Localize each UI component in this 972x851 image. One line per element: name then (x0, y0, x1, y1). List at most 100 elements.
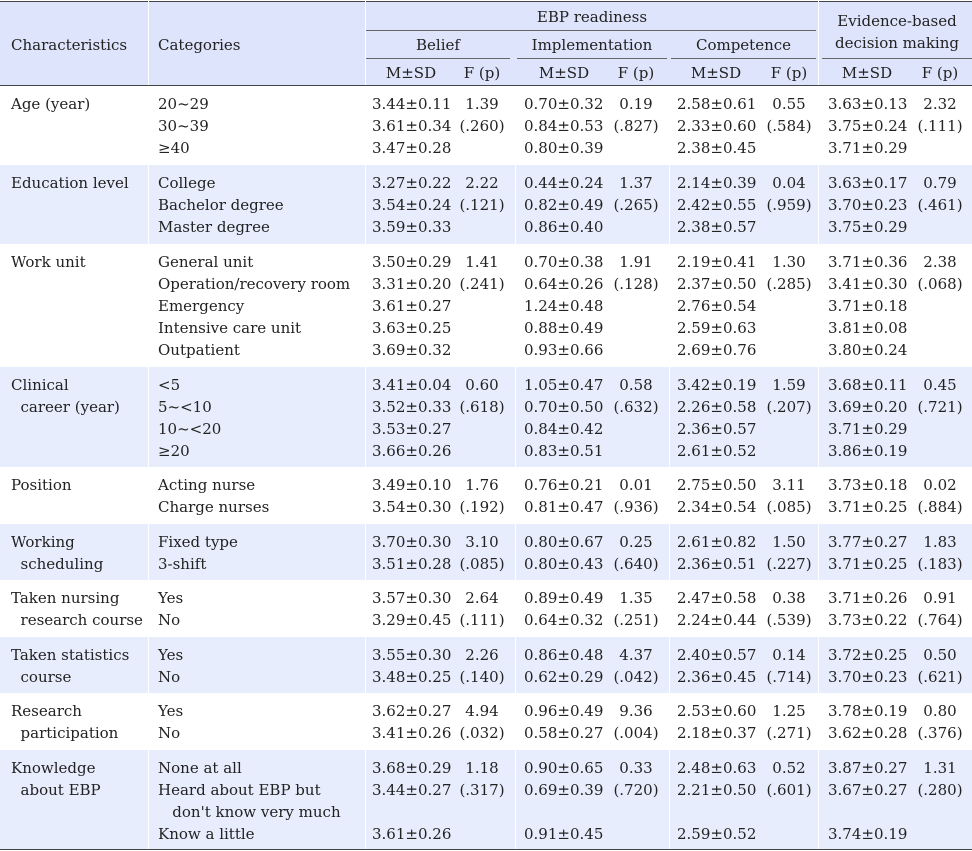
competence-msd: 2.38±0.45 (677, 139, 757, 157)
category-label: 30~39 (158, 117, 209, 135)
header-ebp-readiness: EBP readiness (536, 8, 648, 26)
competence-f-value: 0.52 (772, 759, 806, 777)
column-gutter (148, 86, 149, 165)
belief-msd: 3.61±0.27 (372, 297, 452, 315)
implementation-f-value: 0.33 (619, 759, 653, 777)
belief-f-value: 1.41 (465, 253, 499, 271)
characteristic-label: Clinical career (year) (11, 376, 120, 416)
table-row: Working scheduling Fixed type 3-shift 3.70±… (0, 524, 972, 580)
column-gutter (148, 524, 149, 580)
competence-msd: 2.75±0.50 (677, 476, 757, 494)
column-gutter (148, 244, 149, 367)
belief-msd: 3.52±0.33 (372, 398, 452, 416)
column-gutter (365, 86, 366, 165)
category-label: Acting nurse (158, 476, 256, 494)
column-gutter (669, 580, 670, 637)
ebdm-f-value: 0.91 (923, 589, 957, 607)
belief-f-value: 3.10 (465, 533, 499, 551)
competence-f-value: 0.55 (772, 95, 806, 113)
belief-f-value: 4.94 (465, 702, 499, 720)
belief-msd: 3.50±0.29 (372, 253, 452, 271)
competence-msd: 2.47±0.58 (677, 589, 757, 607)
belief-f-value: (.111) (459, 611, 505, 629)
implementation-msd: 0.80±0.67 (524, 533, 604, 551)
ebdm-msd: 3.68±0.11 (828, 376, 908, 394)
competence-msd: 2.34±0.54 (677, 498, 757, 516)
header-col-sep-1 (148, 1, 149, 85)
implementation-msd: 0.44±0.24 (524, 174, 604, 192)
header-impl-fp: F (p) (617, 64, 655, 82)
ebdm-f-value: (.621) (917, 668, 963, 686)
belief-f-value: (.121) (459, 196, 505, 214)
competence-f-value: (.601) (766, 781, 812, 799)
ebdm-msd: 3.75±0.29 (828, 218, 908, 236)
implementation-msd: 1.24±0.48 (524, 297, 604, 315)
competence-f-value: (.271) (766, 724, 812, 742)
ebdm-f-value: 1.31 (923, 759, 957, 777)
competence-msd: 2.14±0.39 (677, 174, 757, 192)
implementation-msd: 0.70±0.38 (524, 253, 604, 271)
belief-msd: 3.41±0.04 (372, 376, 452, 394)
header-belief-fp: F (p) (463, 64, 501, 82)
competence-msd: 2.36±0.45 (677, 668, 757, 686)
competence-msd: 2.59±0.63 (677, 319, 757, 337)
characteristic-label: Education level (11, 174, 129, 192)
competence-f-value: (.285) (766, 275, 812, 293)
header-col-sep-2 (365, 1, 366, 85)
column-gutter (515, 693, 516, 750)
implementation-msd: 0.84±0.53 (524, 117, 604, 135)
ebdm-msd: 3.81±0.08 (828, 319, 908, 337)
competence-msd: 2.76±0.54 (677, 297, 757, 315)
ebdm-msd: 3.70±0.23 (828, 668, 908, 686)
belief-f-value: (.192) (459, 498, 505, 516)
category-label: No (158, 724, 181, 742)
ebdm-f-value: (.721) (917, 398, 963, 416)
competence-msd: 2.33±0.60 (677, 117, 757, 135)
column-gutter (365, 244, 366, 367)
belief-msd: 3.54±0.24 (372, 196, 452, 214)
table-row: Education level College Bachelor degree Mas… (0, 165, 972, 244)
characteristic-label: Taken statistics course (11, 646, 130, 686)
belief-msd: 3.61±0.34 (372, 117, 452, 135)
implementation-msd: 0.58±0.27 (524, 724, 604, 742)
header-ebdm-line2: decision making (835, 34, 959, 52)
ebdm-msd: 3.73±0.18 (828, 476, 908, 494)
competence-msd: 2.69±0.76 (677, 341, 757, 359)
belief-rule (366, 58, 510, 59)
characteristic-label: Taken nursing research course (11, 589, 143, 629)
implementation-f-value: 1.35 (619, 589, 653, 607)
competence-msd: 2.24±0.44 (677, 611, 757, 629)
table-row: Taken nursing research course Yes No 3.57±0… (0, 580, 972, 637)
category-label: Know a little (158, 825, 255, 843)
ebdm-msd: 3.67±0.27 (828, 781, 908, 799)
competence-msd: 2.36±0.51 (677, 555, 757, 573)
belief-msd: 3.57±0.30 (372, 589, 452, 607)
implementation-f-value: 1.37 (619, 174, 653, 192)
category-label: Heard about EBP but (158, 781, 321, 799)
implementation-msd: 0.88±0.49 (524, 319, 604, 337)
ebdm-msd: 3.77±0.27 (828, 533, 908, 551)
belief-msd: 3.31±0.20 (372, 275, 452, 293)
belief-msd: 3.53±0.27 (372, 420, 452, 438)
ebdm-msd: 3.75±0.24 (828, 117, 908, 135)
implementation-msd: 0.70±0.32 (524, 95, 604, 113)
belief-msd: 3.68±0.29 (372, 759, 452, 777)
column-gutter (515, 467, 516, 524)
implementation-msd: 0.69±0.39 (524, 781, 604, 799)
implementation-f-value: 9.36 (619, 702, 653, 720)
competence-msd: 2.21±0.50 (677, 781, 757, 799)
header-belief-msd: M±SD (385, 64, 437, 82)
column-gutter (669, 637, 670, 693)
column-gutter (515, 367, 516, 467)
belief-f-value: (.241) (459, 275, 505, 293)
competence-f-value: 0.14 (772, 646, 806, 664)
belief-f-value: (.032) (459, 724, 505, 742)
belief-msd: 3.49±0.10 (372, 476, 452, 494)
column-gutter (515, 244, 516, 367)
column-gutter (148, 165, 149, 244)
category-label: Yes (158, 702, 184, 720)
ebdm-f-value: (.280) (917, 781, 963, 799)
implementation-f-value: (.936) (613, 498, 659, 516)
header-col-sep-3 (818, 1, 819, 85)
category-label: No (158, 611, 181, 629)
